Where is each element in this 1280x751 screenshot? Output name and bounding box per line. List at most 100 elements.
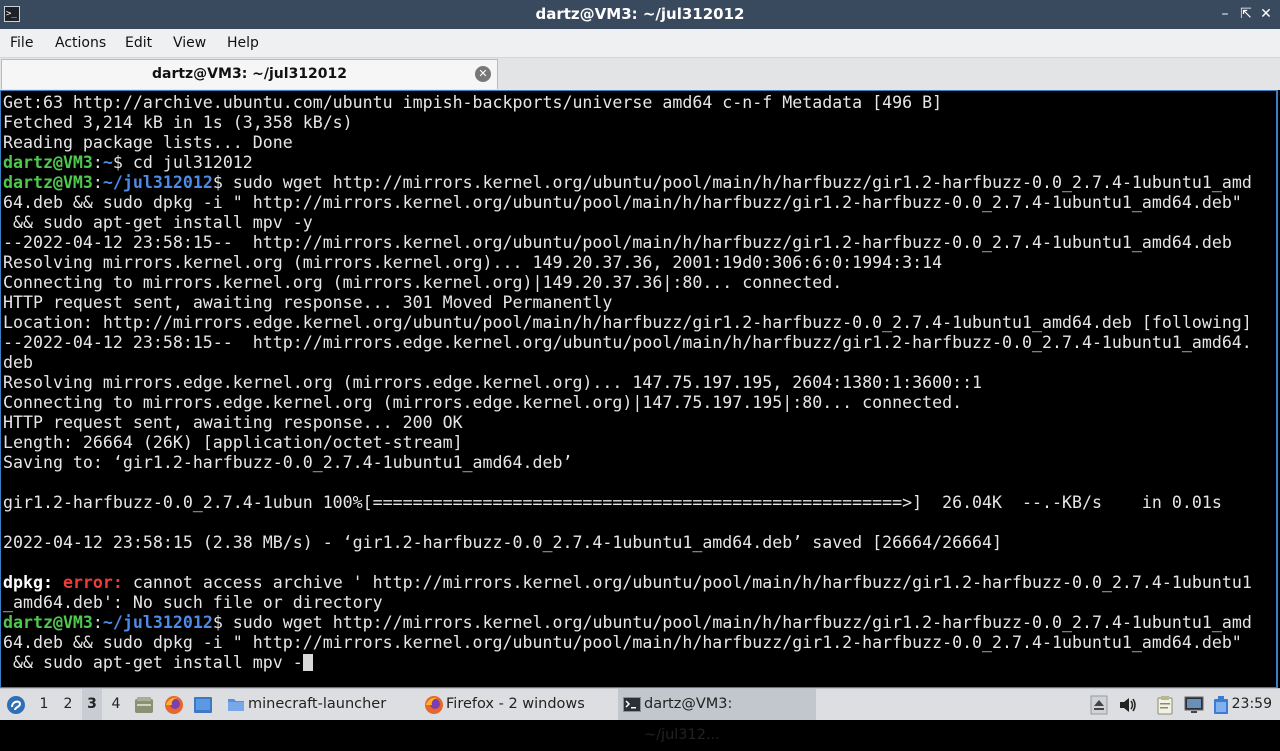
- terminal-text: :: [92, 173, 103, 192]
- volume-icon[interactable]: [1118, 696, 1138, 714]
- terminal-line: Fetched 3,214 kB in 1s (3,358 kB/s): [3, 113, 1252, 133]
- maximize-button[interactable]: ⇱: [1237, 5, 1255, 23]
- workspace-1[interactable]: 1: [34, 689, 54, 720]
- terminal-text: Connecting to mirrors.kernel.org (mirror…: [3, 273, 843, 292]
- taskbar: 1 2 3 4 minecraft-launcher Firefox - 2 w…: [0, 688, 1280, 743]
- text-cursor: [302, 654, 313, 671]
- menu-file[interactable]: File: [10, 29, 33, 57]
- terminal-text: Location: http://mirrors.edge.kernel.org…: [3, 313, 1252, 332]
- window-title: dartz@VM3: ~/jul312012: [535, 5, 745, 23]
- terminal-output[interactable]: Get:63 http://archive.ubuntu.com/ubuntu …: [0, 90, 1278, 688]
- tab-terminal[interactable]: dartz@VM3: ~/jul312012 ✕: [1, 59, 498, 89]
- terminal-line: 64.deb && sudo dpkg -i " http://mirrors.…: [3, 633, 1252, 653]
- terminal-text: HTTP request sent, awaiting response... …: [3, 413, 463, 432]
- start-menu-icon[interactable]: [6, 695, 26, 715]
- terminal-text: 2022-04-12 23:58:15 (2.38 MB/s) - ‘gir1.…: [3, 533, 1003, 552]
- terminal-text: Fetched 3,214 kB in 1s (3,358 kB/s): [3, 113, 353, 132]
- workspace-2[interactable]: 2: [58, 689, 78, 720]
- terminal-text: $ sudo wget http://mirrors.kernel.org/ub…: [212, 613, 1252, 632]
- terminal-line: _amd64.deb': No such file or directory: [3, 593, 1252, 613]
- window-titlebar[interactable]: >_ dartz@VM3: ~/jul312012 – ⇱ ✕: [0, 0, 1280, 29]
- terminal-text: $ cd jul312012: [112, 153, 253, 172]
- terminal-text: --2022-04-12 23:58:15-- http://mirrors.k…: [3, 233, 1232, 252]
- close-window-button[interactable]: ✕: [1257, 5, 1275, 23]
- terminal-line: Reading package lists... Done: [3, 133, 1252, 153]
- terminal-line: gir1.2-harfbuzz-0.0_2.7.4-1ubun 100%[===…: [3, 493, 1252, 513]
- tab-label: dartz@VM3: ~/jul312012: [151, 66, 348, 82]
- folder-icon: [228, 699, 244, 711]
- firefox-launcher-icon[interactable]: [164, 695, 184, 715]
- terminal-scrollbar[interactable]: [1276, 91, 1277, 687]
- terminal-icon: [623, 697, 641, 712]
- terminal-line: --2022-04-12 23:58:15-- http://mirrors.k…: [3, 233, 1252, 253]
- terminal-line: Connecting to mirrors.edge.kernel.org (m…: [3, 393, 1252, 413]
- terminal-text: _amd64.deb': No such file or directory: [3, 593, 383, 612]
- terminal-lines: Get:63 http://archive.ubuntu.com/ubuntu …: [3, 93, 1252, 673]
- terminal-text: Length: 26664 (26K) [application/octet-s…: [3, 433, 463, 452]
- prompt-user: dartz@VM3: [3, 153, 93, 172]
- task-firefox[interactable]: Firefox - 2 windows: [420, 689, 612, 720]
- terminal-line: --2022-04-12 23:58:15-- http://mirrors.e…: [3, 333, 1252, 353]
- terminal-text: :: [92, 153, 103, 172]
- desktop-icon[interactable]: [193, 696, 213, 714]
- terminal-line: 2022-04-12 23:58:15 (2.38 MB/s) - ‘gir1.…: [3, 533, 1252, 553]
- prompt-path: ~: [102, 153, 113, 172]
- terminal-line: && sudo apt-get install mpv -: [3, 653, 1252, 673]
- menu-edit[interactable]: Edit: [125, 29, 152, 57]
- task-minecraft-launcher[interactable]: minecraft-launcher: [222, 689, 412, 720]
- power-manager-icon[interactable]: [1212, 695, 1230, 715]
- workspace-3[interactable]: 3: [82, 689, 102, 720]
- terminal-line: 64.deb && sudo dpkg -i " http://mirrors.…: [3, 193, 1252, 213]
- menu-actions[interactable]: Actions: [55, 29, 106, 57]
- terminal-line: dartz@VM3:~$ cd jul312012: [3, 153, 1252, 173]
- terminal-text: 64.deb && sudo dpkg -i " http://mirrors.…: [3, 633, 1242, 652]
- prompt-user: dartz@VM3: [3, 173, 93, 192]
- terminal-text: && sudo apt-get install mpv -y: [3, 213, 313, 232]
- prompt-path: ~/jul312012: [102, 613, 213, 632]
- terminal-line: Location: http://mirrors.edge.kernel.org…: [3, 313, 1252, 333]
- menu-help[interactable]: Help: [227, 29, 259, 57]
- terminal-text: deb: [3, 353, 33, 372]
- terminal-line: dartz@VM3:~/jul312012$ sudo wget http://…: [3, 173, 1252, 193]
- terminal-text: && sudo apt-get install mpv -: [3, 653, 303, 672]
- terminal-line: dartz@VM3:~/jul312012$ sudo wget http://…: [3, 613, 1252, 633]
- clipboard-icon[interactable]: [1155, 695, 1175, 715]
- terminal-line: HTTP request sent, awaiting response... …: [3, 413, 1252, 433]
- terminal-text: Resolving mirrors.kernel.org (mirrors.ke…: [3, 253, 943, 272]
- minimize-button[interactable]: –: [1216, 5, 1234, 23]
- file-manager-icon[interactable]: [134, 696, 154, 714]
- terminal-text: gir1.2-harfbuzz-0.0_2.7.4-1ubun 100%[===…: [3, 493, 1222, 512]
- prompt-path: ~/jul312012: [102, 173, 213, 192]
- terminal-line: Connecting to mirrors.kernel.org (mirror…: [3, 273, 1252, 293]
- terminal-line: Resolving mirrors.edge.kernel.org (mirro…: [3, 373, 1252, 393]
- firefox-icon: [425, 696, 443, 714]
- clock[interactable]: 23:59: [1232, 689, 1272, 720]
- terminal-text: Saving to: ‘gir1.2-harfbuzz-0.0_2.7.4-1u…: [3, 453, 573, 472]
- task-terminal[interactable]: dartz@VM3: ~/jul312...: [618, 689, 816, 743]
- terminal-text: dpkg:: [3, 573, 53, 592]
- network-icon[interactable]: [1184, 695, 1204, 715]
- terminal-text: Connecting to mirrors.edge.kernel.org (m…: [3, 393, 963, 412]
- terminal-text: --2022-04-12 23:58:15-- http://mirrors.e…: [3, 333, 1252, 352]
- terminal-line: Get:63 http://archive.ubuntu.com/ubuntu …: [3, 93, 1252, 113]
- terminal-text: 64.deb && sudo dpkg -i " http://mirrors.…: [3, 193, 1242, 212]
- prompt-user: dartz@VM3: [3, 613, 93, 632]
- eject-icon[interactable]: [1090, 695, 1108, 715]
- terminal-text: cannot access archive ' http://mirrors.k…: [122, 573, 1252, 592]
- terminal-text: Reading package lists... Done: [3, 133, 293, 152]
- menu-view[interactable]: View: [173, 29, 206, 57]
- terminal-line: deb: [3, 353, 1252, 373]
- terminal-line: && sudo apt-get install mpv -y: [3, 213, 1252, 233]
- workspace-4[interactable]: 4: [106, 689, 126, 720]
- menu-bar: File Actions Edit View Help: [0, 29, 1280, 58]
- terminal-line: Saving to: ‘gir1.2-harfbuzz-0.0_2.7.4-1u…: [3, 453, 1252, 473]
- terminal-text: :: [92, 613, 103, 632]
- terminal-line: Resolving mirrors.kernel.org (mirrors.ke…: [3, 253, 1252, 273]
- error-label: error:: [62, 573, 123, 592]
- tab-close-icon[interactable]: ✕: [475, 66, 491, 82]
- task-label: Firefox - 2 windows: [446, 696, 585, 712]
- terminal-text: Get:63 http://archive.ubuntu.com/ubuntu …: [3, 93, 943, 112]
